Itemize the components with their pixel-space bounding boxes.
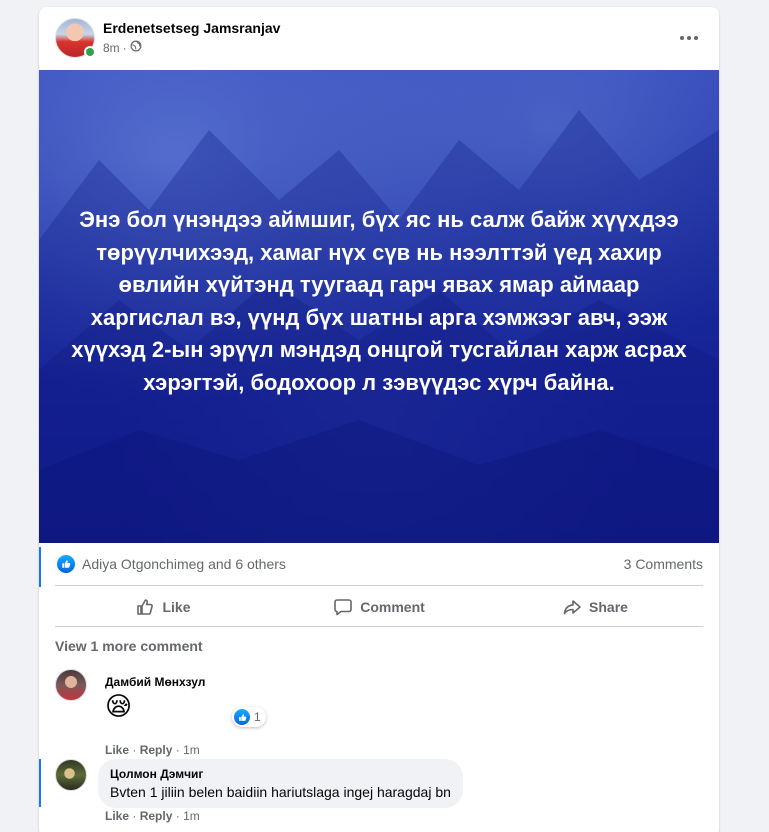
- comment-bubble: Цолмон Дэмчиг Bvten 1 jiliin belen baidi…: [98, 759, 463, 808]
- post-actions: Like Comment Share: [55, 587, 703, 627]
- comment-time[interactable]: 1m: [183, 743, 200, 757]
- meta-separator: ·: [122, 40, 127, 55]
- comment-actions-separator: ·: [175, 743, 180, 757]
- comment-actions-separator: ·: [175, 809, 180, 823]
- globe-icon[interactable]: [130, 40, 142, 55]
- focus-accent-bar: [39, 547, 41, 587]
- comment-label: Comment: [360, 598, 425, 615]
- view-more-comments-link[interactable]: View 1 more comment: [55, 638, 203, 654]
- like-label: Like: [162, 598, 191, 615]
- comment-actions: Like · Reply · 1m: [105, 743, 200, 757]
- more-dot-icon: [694, 36, 698, 40]
- comment-reply-button[interactable]: Reply: [140, 809, 173, 823]
- like-reaction-icon[interactable]: [57, 555, 75, 573]
- comment-actions: Like · Reply · 1m: [105, 809, 200, 823]
- post-text: Энэ бол үнэндээ аймшиг, бүх яс нь салж б…: [71, 207, 687, 395]
- comment-text: Bvten 1 jiliin belen baidiin hariutslaga…: [110, 784, 451, 800]
- share-arrow-icon: [563, 599, 581, 614]
- post-card: Erdenetsetseg Jamsranjav 8m · Энэ бол үн…: [39, 7, 719, 832]
- comment-actions-separator: ·: [132, 809, 137, 823]
- comment-reaction-pill[interactable]: 1: [232, 707, 266, 727]
- commenter-name[interactable]: Цолмон Дэмчиг: [110, 767, 451, 781]
- share-button[interactable]: Share: [487, 587, 703, 626]
- more-dot-icon: [680, 36, 684, 40]
- comment-time[interactable]: 1m: [183, 809, 200, 823]
- sleepy-face-emoji: 😪: [105, 691, 133, 721]
- comments-count[interactable]: 3 Comments: [624, 556, 703, 572]
- thumbs-up-icon: [137, 598, 154, 615]
- comment-like-button[interactable]: Like: [105, 743, 129, 757]
- post-meta: 8m ·: [103, 40, 142, 55]
- online-status-dot: [84, 46, 96, 58]
- post-text-background: Энэ бол үнэндээ аймшиг, бүх яс нь салж б…: [39, 70, 719, 543]
- comment-reaction-count: 1: [254, 710, 261, 724]
- reactions-summary: Adiya Otgonchimeg and 6 others 3 Comment…: [55, 543, 703, 586]
- like-reaction-icon: [234, 709, 250, 725]
- comment-actions-separator: ·: [132, 743, 137, 757]
- post-time[interactable]: 8m: [103, 41, 120, 55]
- reaction-names[interactable]: Adiya Otgonchimeg and 6 others: [82, 556, 286, 572]
- author-avatar-wrap[interactable]: [55, 18, 96, 58]
- comment-button[interactable]: Comment: [271, 587, 487, 626]
- comment-bubble-icon: [334, 598, 353, 615]
- more-options-button[interactable]: [675, 24, 703, 52]
- post-header: Erdenetsetseg Jamsranjav 8m ·: [39, 7, 719, 70]
- share-label: Share: [589, 598, 628, 615]
- commenter-avatar[interactable]: [55, 759, 87, 791]
- author-name[interactable]: Erdenetsetseg Jamsranjav: [103, 20, 280, 36]
- commenter-avatar[interactable]: [55, 669, 87, 701]
- like-button[interactable]: Like: [55, 587, 271, 626]
- comment-like-button[interactable]: Like: [105, 809, 129, 823]
- commenter-name[interactable]: Дамбий Мөнхзул: [105, 675, 205, 689]
- comment-content: Дамбий Мөнхзул 😪: [105, 675, 205, 722]
- thread-accent-bar: [39, 759, 41, 807]
- comment-reply-button[interactable]: Reply: [140, 743, 173, 757]
- more-dot-icon: [687, 36, 691, 40]
